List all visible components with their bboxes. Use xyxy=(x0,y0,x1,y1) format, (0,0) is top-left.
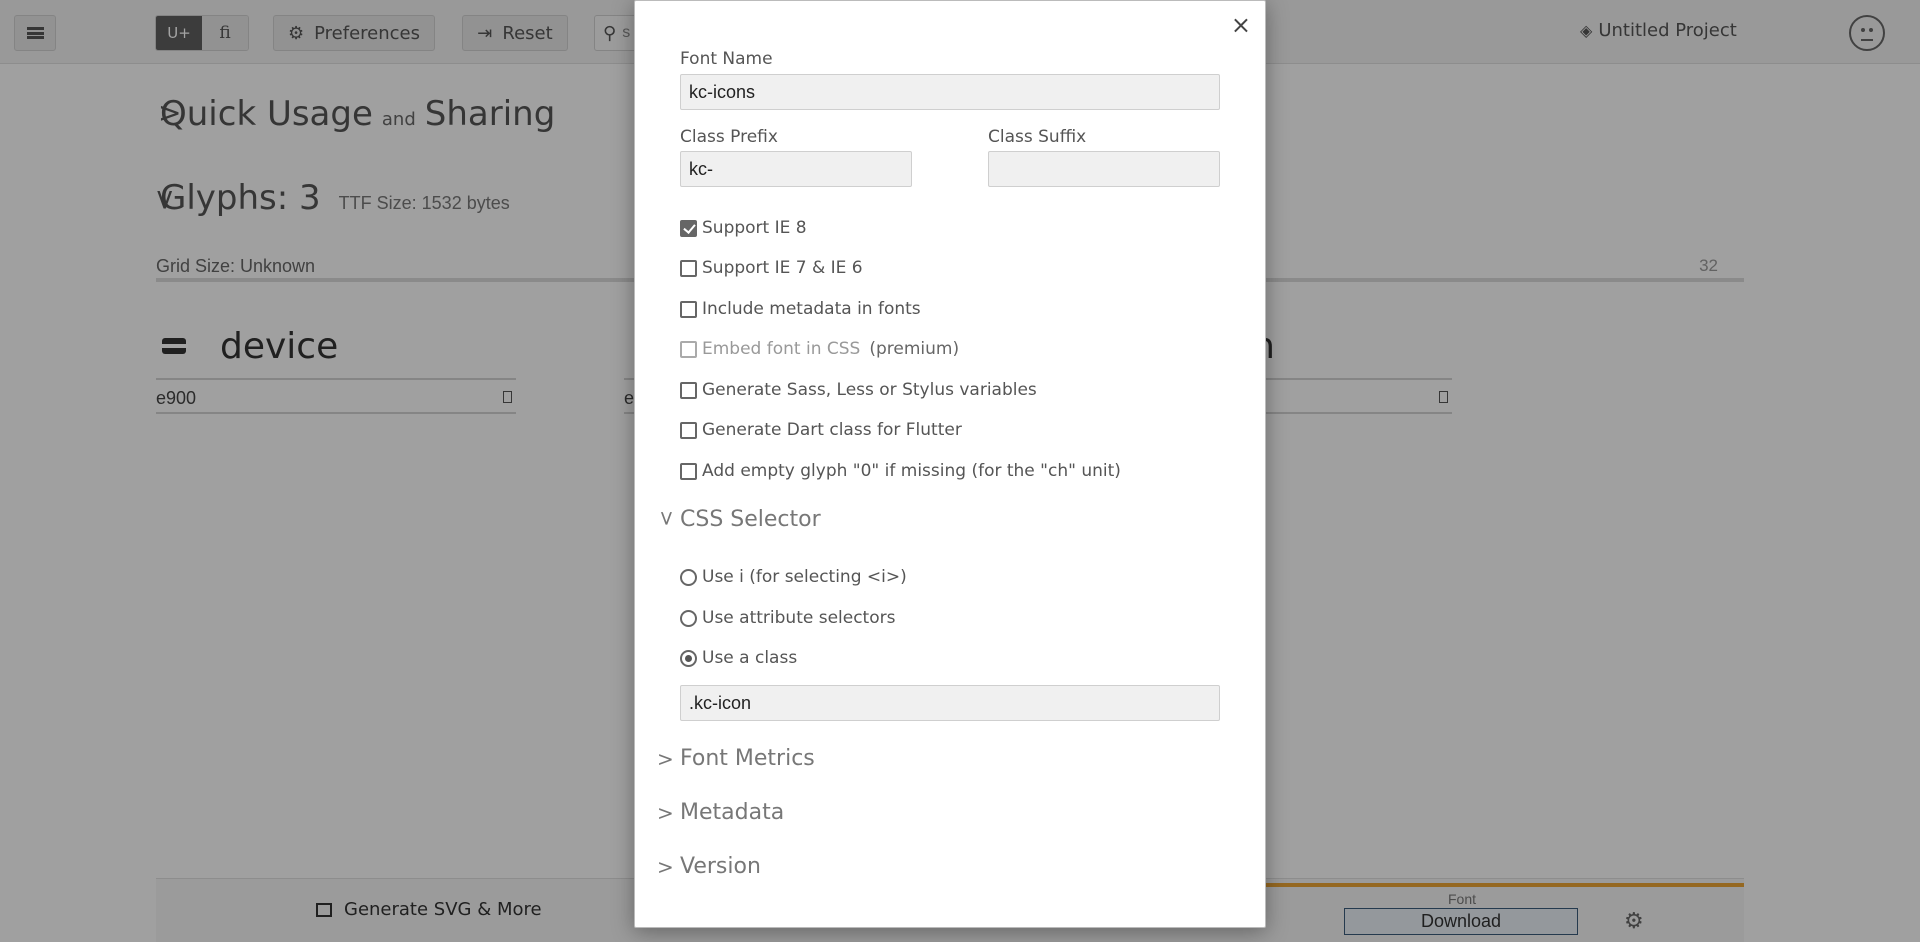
section-title: CSS Selector xyxy=(680,507,821,532)
selector-label: Use i (for selecting <i>) xyxy=(702,567,907,587)
class-name-input[interactable] xyxy=(680,685,1220,721)
premium-badge: (premium) xyxy=(869,339,960,359)
option-label: Support IE 8 xyxy=(702,218,807,238)
class-suffix-input[interactable] xyxy=(988,151,1220,187)
chevron-right-icon: > xyxy=(657,746,674,771)
chevron-right-icon: > xyxy=(657,800,674,825)
css-selector-section-header[interactable]: > CSS Selector xyxy=(655,507,821,532)
option-generate-dart[interactable]: Generate Dart class for Flutter xyxy=(680,420,962,440)
radio-button[interactable] xyxy=(680,609,697,627)
option-label: Embed font in CSS xyxy=(702,339,861,359)
font-preferences-modal: × Font Name Class Prefix Class Suffix Su… xyxy=(634,0,1266,928)
class-prefix-label: Class Prefix xyxy=(680,127,778,147)
checkbox[interactable] xyxy=(680,300,697,318)
close-icon[interactable]: × xyxy=(1231,11,1251,39)
chevron-down-icon: > xyxy=(655,509,679,527)
chevron-right-icon: > xyxy=(657,854,674,879)
selector-use-attribute[interactable]: Use attribute selectors xyxy=(680,608,895,628)
checkbox[interactable] xyxy=(680,462,697,480)
radio-button[interactable] xyxy=(680,568,697,586)
class-prefix-input[interactable] xyxy=(680,151,912,187)
selector-use-i[interactable]: Use i (for selecting <i>) xyxy=(680,567,907,587)
section-title: Metadata xyxy=(680,800,785,825)
section-title: Version xyxy=(680,854,761,879)
selector-use-class[interactable]: Use a class xyxy=(680,648,797,668)
option-empty-glyph[interactable]: Add empty glyph "0" if missing (for the … xyxy=(680,461,1121,481)
selector-label: Use a class xyxy=(702,648,798,668)
option-embed-font[interactable]: Embed font in CSS (premium) xyxy=(680,339,959,359)
option-label: Support IE 7 & IE 6 xyxy=(702,258,863,278)
radio-button-selected[interactable] xyxy=(680,649,697,667)
font-metrics-section-header[interactable]: > Font Metrics xyxy=(657,746,815,771)
option-support-ie7-ie6[interactable]: Support IE 7 & IE 6 xyxy=(680,258,863,278)
checkbox[interactable] xyxy=(680,259,697,277)
class-suffix-label: Class Suffix xyxy=(988,127,1087,147)
section-title: Font Metrics xyxy=(680,746,815,771)
option-label: Generate Sass, Less or Stylus variables xyxy=(702,380,1037,400)
selector-label: Use attribute selectors xyxy=(702,608,896,628)
option-generate-sass[interactable]: Generate Sass, Less or Stylus variables xyxy=(680,380,1037,400)
checkbox[interactable] xyxy=(680,421,697,439)
option-label: Include metadata in fonts xyxy=(702,299,921,319)
checkbox-checked[interactable] xyxy=(680,219,697,237)
font-name-label: Font Name xyxy=(680,49,773,69)
font-name-input[interactable] xyxy=(680,74,1220,110)
metadata-section-header[interactable]: > Metadata xyxy=(657,800,784,825)
option-label: Add empty glyph "0" if missing (for the … xyxy=(702,461,1121,481)
option-support-ie8[interactable]: Support IE 8 xyxy=(680,218,807,238)
checkbox[interactable] xyxy=(680,340,697,358)
option-label: Generate Dart class for Flutter xyxy=(702,420,962,440)
checkbox[interactable] xyxy=(680,381,697,399)
option-include-metadata[interactable]: Include metadata in fonts xyxy=(680,299,921,319)
version-section-header[interactable]: > Version xyxy=(657,854,761,879)
